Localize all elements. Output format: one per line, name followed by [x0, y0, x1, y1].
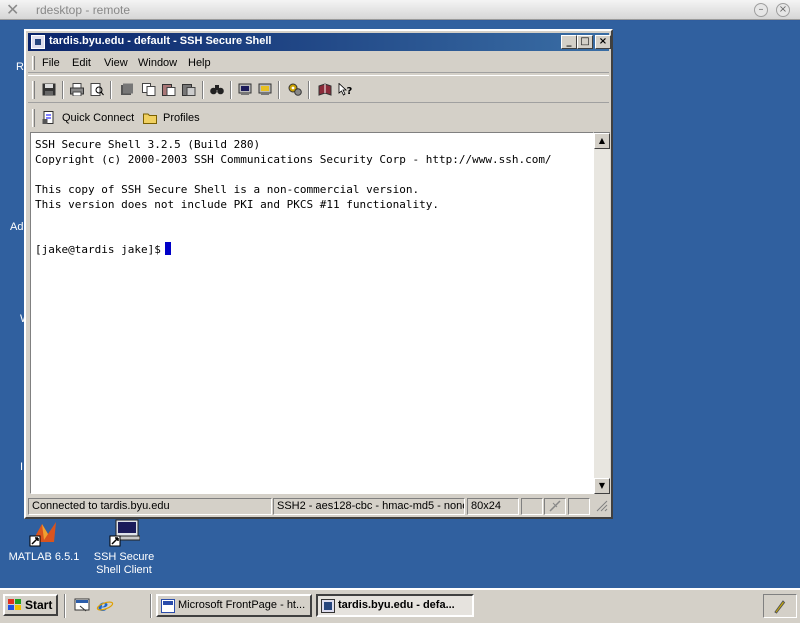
find-icon[interactable]	[208, 81, 226, 98]
desktop-icon-label: MATLAB 6.5.1	[8, 551, 80, 563]
terminal-prompt-line: [jake@tardis jake]$	[35, 242, 552, 257]
whats-this-icon[interactable]: ?	[336, 81, 354, 98]
profiles-label: Profiles	[163, 112, 200, 124]
toolbar-separator	[230, 81, 232, 99]
menu-file[interactable]: File	[42, 57, 60, 69]
terminal-line: This version does not include PKI and PK…	[35, 198, 439, 211]
menubar-grip[interactable]	[32, 56, 35, 70]
desktop-label-fragment: Ad	[10, 221, 24, 233]
rdesktop-titlebar: ✕ rdesktop - remote – ×	[0, 0, 800, 20]
toolbar-separator	[202, 81, 204, 99]
status-bar: Connected to tardis.byu.edu SSH2 - aes12…	[28, 498, 609, 516]
desktop-label-fragment: R	[16, 61, 24, 73]
ssh-window-title: tardis.byu.edu - default - SSH Secure Sh…	[49, 35, 272, 47]
rdesktop-minimize-button[interactable]: –	[754, 3, 768, 17]
task-button-label: Microsoft FrontPage - ht...	[178, 599, 306, 611]
start-label: Start	[25, 598, 53, 612]
svg-text:?: ?	[347, 86, 353, 96]
scroll-up-button[interactable]: ▲	[594, 133, 610, 149]
system-tray	[763, 594, 797, 618]
print-preview-icon[interactable]	[88, 81, 106, 98]
terminal-line: This copy of SSH Secure Shell is a non-c…	[35, 183, 420, 196]
taskbar-separator	[150, 594, 152, 618]
new-file-transfer-icon[interactable]	[256, 81, 274, 98]
ssh-window-icon[interactable]	[31, 35, 45, 49]
matlab-icon	[28, 516, 60, 548]
print-icon[interactable]	[68, 81, 86, 98]
close-button[interactable]: ×	[595, 35, 611, 49]
terminal-prompt: [jake@tardis jake]$	[35, 243, 161, 256]
settings-icon[interactable]	[286, 81, 304, 98]
task-button-ssh[interactable]: tardis.byu.edu - defa...	[316, 594, 474, 617]
profile-toolbar-grip[interactable]	[32, 109, 35, 127]
toolbar-separator	[278, 81, 280, 99]
ssh-client-icon	[108, 516, 141, 548]
status-connection: Connected to tardis.byu.edu	[28, 498, 272, 515]
status-empty-panel	[568, 498, 590, 515]
toolbar-separator	[110, 81, 112, 99]
profiles-button[interactable]: Profiles	[143, 108, 213, 128]
menu-edit[interactable]: Edit	[72, 57, 91, 69]
desktop-icon-ssh-client[interactable]: SSH Secure Shell Client	[84, 516, 164, 577]
minimize-button[interactable]: _	[561, 35, 577, 49]
terminal-line: SSH Secure Shell 3.2.5 (Build 280)	[35, 138, 261, 151]
taskbar: Start e Microsoft FrontPage - ht... tard…	[0, 588, 800, 623]
start-button[interactable]: Start	[3, 594, 58, 616]
toolbar-separator	[308, 81, 310, 99]
ssh-task-icon	[321, 599, 335, 613]
task-button-label: tardis.byu.edu - defa...	[338, 599, 455, 611]
paste-special-icon[interactable]	[180, 81, 198, 98]
rdesktop-app-icon: ✕	[6, 0, 20, 19]
taskbar-separator	[64, 594, 66, 618]
task-button-frontpage[interactable]: Microsoft FrontPage - ht...	[156, 594, 312, 617]
copy-icon[interactable]	[140, 81, 158, 98]
menu-help[interactable]: Help	[188, 57, 211, 69]
quick-connect-button[interactable]: Quick Connect	[42, 108, 136, 128]
desktop-icon-matlab[interactable]: MATLAB 6.5.1	[4, 516, 84, 564]
status-terminal-size: 80x24	[467, 498, 519, 515]
maximize-button[interactable]: □	[577, 35, 593, 49]
help-topics-icon[interactable]	[316, 81, 334, 98]
terminal-area[interactable]: SSH Secure Shell 3.2.5 (Build 280) Copyri…	[30, 132, 594, 494]
frontpage-icon	[161, 599, 175, 613]
ssh-window: tardis.byu.edu - default - SSH Secure Sh…	[24, 29, 613, 519]
menu-view[interactable]: View	[104, 57, 128, 69]
save-icon[interactable]	[40, 81, 58, 98]
menubar: File Edit View Window Help	[28, 53, 609, 73]
profile-toolbar: Quick Connect Profiles	[28, 105, 609, 131]
resize-grip-icon[interactable]	[591, 498, 609, 515]
quick-connect-icon	[42, 111, 54, 124]
scroll-down-button[interactable]: ▼	[594, 478, 610, 494]
menu-window[interactable]: Window	[138, 57, 177, 69]
status-lock-icon	[544, 498, 566, 515]
desktop-icon-label: SSH Secure Shell Client	[93, 551, 155, 576]
terminal-output: SSH Secure Shell 3.2.5 (Build 280) Copyri…	[35, 137, 552, 257]
toolbar-separator	[62, 81, 64, 99]
rdesktop-title: rdesktop - remote	[36, 3, 131, 17]
new-terminal-icon[interactable]	[236, 81, 254, 98]
desktop-label-fragment: I	[20, 461, 24, 473]
windows-flag-icon	[8, 599, 21, 610]
main-toolbar: ?	[28, 75, 609, 103]
rdesktop-close-button[interactable]: ×	[776, 3, 790, 17]
show-desktop-icon[interactable]	[74, 596, 92, 614]
status-cipher: SSH2 - aes128-cbc - hmac-md5 - none	[273, 498, 465, 515]
tray-pen-icon[interactable]	[772, 598, 786, 614]
internet-explorer-icon[interactable]: e	[96, 596, 114, 615]
connect-icon[interactable]	[118, 81, 136, 98]
status-empty-panel	[521, 498, 543, 515]
vertical-scrollbar[interactable]: ▲ ▼	[594, 132, 610, 494]
terminal-cursor	[164, 242, 171, 255]
quick-connect-label: Quick Connect	[62, 112, 135, 124]
folder-icon	[143, 113, 157, 124]
toolbar-grip[interactable]	[32, 81, 35, 99]
paste-icon[interactable]	[160, 81, 178, 98]
ssh-titlebar[interactable]: tardis.byu.edu - default - SSH Secure Sh…	[28, 33, 611, 51]
terminal-line: Copyright (c) 2000-2003 SSH Communicatio…	[35, 153, 552, 166]
